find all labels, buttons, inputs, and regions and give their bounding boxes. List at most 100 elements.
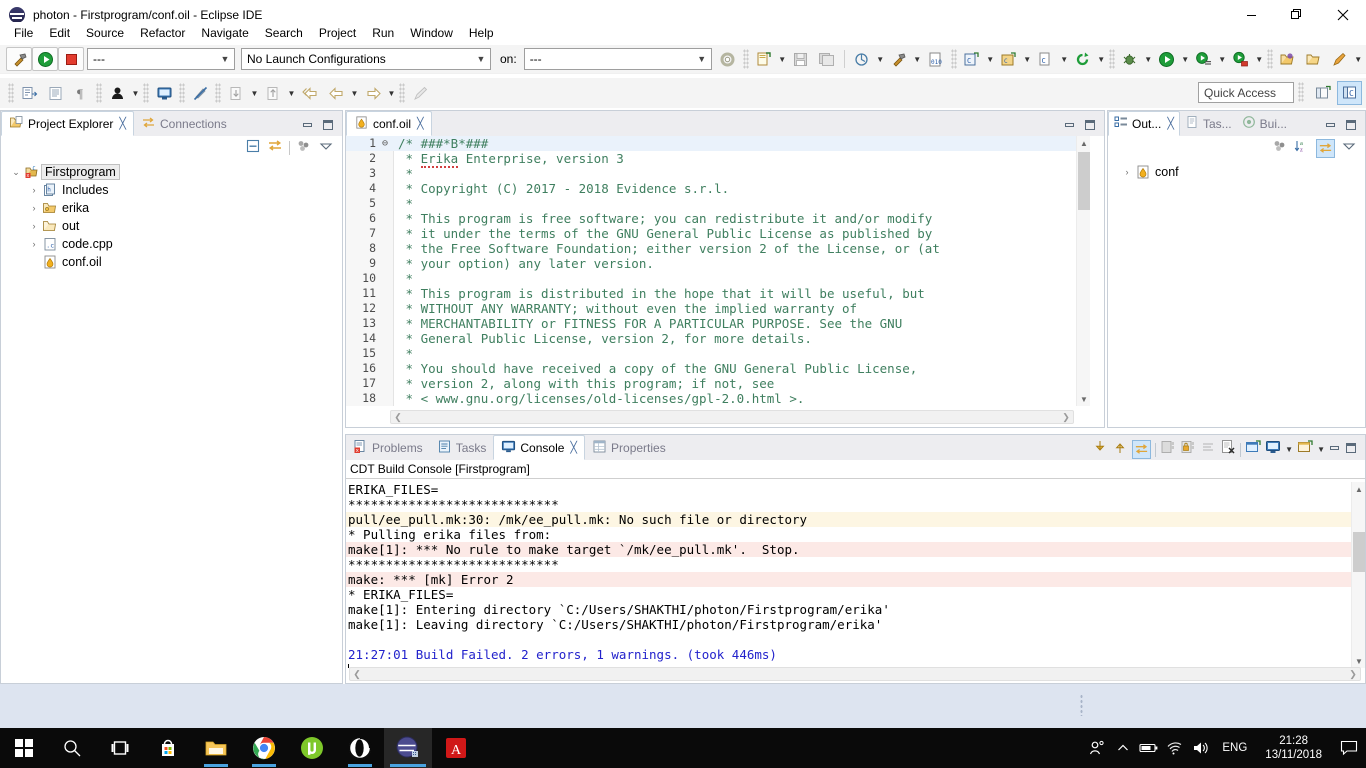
scrollbar-thumb[interactable]	[1078, 152, 1090, 210]
view-menu-icon[interactable]	[1341, 138, 1357, 159]
scroll-lock-down-icon[interactable]	[1092, 439, 1108, 460]
taskbar-search-button[interactable]	[48, 728, 96, 768]
tab-tasks[interactable]: Tas...	[1180, 111, 1237, 136]
action-center-icon[interactable]	[1332, 728, 1366, 768]
console-vertical-scrollbar[interactable]: ▲ ▼	[1351, 482, 1365, 668]
chevron-right-icon[interactable]: ›	[27, 221, 41, 231]
tab-conf-oil[interactable]: conf.oil ╳	[346, 111, 432, 136]
link-with-editor-icon[interactable]	[267, 138, 283, 159]
print-icon[interactable]	[849, 47, 875, 71]
menu-project[interactable]: Project	[311, 23, 364, 43]
skip-breakpoints-icon[interactable]	[187, 81, 213, 105]
stop-icon[interactable]	[58, 47, 84, 71]
chevron-down-icon[interactable]: ▼	[1217, 48, 1228, 70]
chevron-down-icon[interactable]: ▼	[1143, 48, 1154, 70]
tree-item-conf-oil[interactable]: conf.oil	[1, 253, 342, 271]
build-target-combo[interactable]: --- ▼	[87, 48, 235, 70]
launch-target-combo[interactable]: --- ▼	[523, 48, 712, 70]
tab-outline[interactable]: Out... ╳	[1108, 111, 1180, 136]
tree-item-includes[interactable]: › h Includes	[1, 181, 342, 199]
cpp-perspective-icon[interactable]: C	[1337, 81, 1362, 105]
pin-icon[interactable]	[1327, 47, 1353, 71]
pilcrow-icon[interactable]: ¶	[68, 81, 94, 105]
close-icon[interactable]: ╳	[417, 117, 424, 130]
chevron-down-icon[interactable]: ▼	[875, 48, 886, 70]
taskbar-adobe-acrobat[interactable]: A	[432, 728, 480, 768]
clock[interactable]: 21:28 13/11/2018	[1255, 728, 1332, 768]
menu-source[interactable]: Source	[78, 23, 132, 43]
chevron-down-icon[interactable]: ▼	[1180, 48, 1191, 70]
chevron-down-icon[interactable]: ▼	[912, 48, 923, 70]
menu-navigate[interactable]: Navigate	[193, 23, 256, 43]
new-file-icon[interactable]	[751, 47, 777, 71]
view-menu-icon[interactable]	[318, 138, 334, 159]
chevron-down-icon[interactable]: ▼	[1317, 445, 1325, 454]
code-editor[interactable]: 1 ⊖/* ###*B*### 2 * Erika Enterprise, vers…	[346, 136, 1076, 406]
link-icon[interactable]	[1132, 440, 1152, 459]
chevron-down-icon[interactable]: ▼	[386, 82, 397, 104]
show-whitespace-icon[interactable]	[42, 81, 68, 105]
forward-right-icon[interactable]	[360, 81, 386, 105]
chevron-down-icon[interactable]: ⌄	[9, 167, 23, 178]
fold-toggle-icon[interactable]: ⊖	[376, 136, 394, 151]
taskbar-google-chrome[interactable]	[240, 728, 288, 768]
volume-icon[interactable]	[1188, 728, 1214, 768]
open-console-icon[interactable]	[1297, 439, 1313, 460]
chevron-down-icon[interactable]: ▼	[1353, 48, 1364, 70]
maximize-icon[interactable]	[1084, 118, 1096, 136]
chevron-down-icon[interactable]: ▼	[985, 48, 996, 70]
new-c-project-icon[interactable]: C	[996, 47, 1022, 71]
tab-connections[interactable]: Connections	[134, 111, 234, 136]
tab-problems[interactable]: x Problems	[346, 435, 430, 460]
scroll-down-icon[interactable]: ▼	[1352, 654, 1366, 668]
tab-console[interactable]: Console ╳	[493, 435, 586, 460]
menu-search[interactable]: Search	[257, 23, 311, 43]
collapse-all-icon[interactable]	[245, 138, 261, 159]
sort-az-icon[interactable]: a z	[1294, 138, 1310, 159]
run-icon[interactable]	[32, 47, 58, 71]
menu-edit[interactable]: Edit	[41, 23, 78, 43]
run-config-icon[interactable]	[1191, 47, 1217, 71]
taskbar-microsoft-store[interactable]	[144, 728, 192, 768]
minimize-icon[interactable]	[1325, 118, 1337, 136]
chevron-down-icon[interactable]: ▼	[1059, 48, 1070, 70]
menu-window[interactable]: Window	[402, 23, 461, 43]
close-icon[interactable]: ╳	[119, 117, 126, 130]
scroll-left-icon[interactable]: ❮	[391, 411, 405, 423]
chevron-down-icon[interactable]: ▼	[1254, 48, 1265, 70]
new-c-file-icon[interactable]: C	[1033, 47, 1059, 71]
display-selected-console-icon[interactable]	[1265, 439, 1281, 460]
wifi-icon[interactable]	[1162, 728, 1188, 768]
chevron-right-icon[interactable]: ›	[27, 185, 41, 195]
view-menu-filter-icon[interactable]	[296, 138, 312, 159]
console-horizontal-scrollbar[interactable]: ❮ ❯	[349, 667, 1361, 681]
open-perspective-icon[interactable]	[1310, 81, 1335, 105]
battery-icon[interactable]	[1136, 728, 1162, 768]
remove-console-icon[interactable]	[1220, 439, 1236, 460]
run-secure-icon[interactable]	[1228, 47, 1254, 71]
scrollbar-thumb[interactable]	[1353, 532, 1365, 572]
menu-help[interactable]: Help	[461, 23, 502, 43]
chevron-right-icon[interactable]: ›	[27, 239, 41, 249]
filter-icon[interactable]	[1272, 138, 1288, 159]
maximize-icon[interactable]	[322, 118, 334, 136]
tree-item-erika[interactable]: › erika	[1, 199, 342, 217]
language-indicator[interactable]: ENG	[1214, 742, 1255, 754]
chevron-down-icon[interactable]: ▼	[1096, 48, 1107, 70]
tab-tasks[interactable]: Tasks	[430, 435, 494, 460]
tree-item-out[interactable]: › out	[1, 217, 342, 235]
minimize-icon[interactable]	[302, 118, 314, 136]
scroll-up-icon[interactable]: ▲	[1077, 136, 1091, 150]
open-resource-icon[interactable]	[1301, 47, 1327, 71]
build-hammer-icon[interactable]	[886, 47, 912, 71]
maximize-icon[interactable]	[1345, 441, 1357, 459]
scroll-up-icon[interactable]: ▲	[1352, 482, 1366, 496]
outline-item-conf[interactable]: › conf	[1108, 163, 1365, 181]
quick-access-input[interactable]: Quick Access	[1198, 82, 1294, 103]
scroll-left-icon[interactable]: ❮	[350, 668, 364, 680]
taskbar-task-view-button[interactable]	[96, 728, 144, 768]
console-icon[interactable]	[151, 81, 177, 105]
chevron-right-icon[interactable]: ›	[1120, 167, 1134, 177]
show-hidden-icons-icon[interactable]	[1110, 728, 1136, 768]
binary-icon[interactable]: 010	[923, 47, 949, 71]
